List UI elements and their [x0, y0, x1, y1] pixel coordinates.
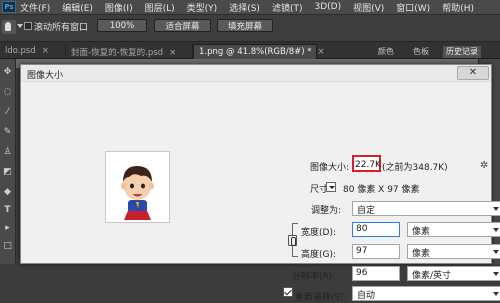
- fit-screen-button[interactable]: 适合屏幕: [154, 19, 211, 32]
- lasso-tool-icon[interactable]: ◌: [2, 87, 13, 98]
- document-tab-bar: ldo.psd × 封面-恢复的-恢复的.psd × 1.png @ 41.8%(R…: [0, 42, 500, 59]
- width-unit-select[interactable]: 像素: [407, 222, 500, 237]
- panel-tab-swatches[interactable]: 色板: [410, 46, 432, 58]
- menu-3d[interactable]: 3D(D): [314, 2, 341, 12]
- photoshop-logo: Ps: [2, 1, 16, 13]
- scroll-all-windows-label: 滚动所有窗口: [34, 23, 89, 33]
- menu-bar: Ps 文件(F) 编辑(E) 图像(I) 图层(L) 类型(Y) 选择(S) 滤…: [0, 0, 500, 15]
- doc-tab-label: ldo.psd: [5, 46, 36, 56]
- tool-preset-dropdown-icon[interactable]: [17, 24, 23, 28]
- image-size-label: 图像大小:: [310, 163, 350, 173]
- fit-to-value: 自定: [357, 206, 376, 216]
- toolbox: ✥ ◌ ⁄ ✎ ♙ ◩ ◆ T ▸ □: [0, 59, 16, 264]
- dimensions-units-dropdown[interactable]: [326, 182, 336, 192]
- menu-select[interactable]: 选择(S): [229, 1, 260, 14]
- height-unit-select[interactable]: 像素: [407, 244, 500, 259]
- panel-tab-history[interactable]: 历史记录: [443, 46, 481, 58]
- cartoon-boy-illustration: [121, 166, 154, 220]
- settings-gear-icon[interactable]: ✲: [480, 161, 490, 171]
- doc-tab-ldo[interactable]: ldo.psd ×: [0, 44, 66, 59]
- chevron-down-icon: [493, 250, 499, 254]
- dialog-title: 图像大小: [21, 65, 491, 82]
- height-label: 高度(G):: [301, 250, 337, 260]
- image-size-dialog: 图像大小 ✕ ✲ 图像大小: 22.7K (之前为348.7K) 尺寸: 80 …: [20, 64, 500, 303]
- resolution-unit-select[interactable]: 像素/英寸: [407, 266, 500, 281]
- height-unit-value: 像素: [412, 249, 431, 259]
- doc-tab-label: 1.png @ 41.8%(RGB/8#) *: [199, 47, 312, 57]
- type-tool-icon[interactable]: T: [2, 205, 13, 216]
- menu-type[interactable]: 类型(Y): [187, 1, 218, 14]
- move-tool-icon[interactable]: ✥: [2, 67, 13, 78]
- eyedropper-tool-icon[interactable]: ⁄: [2, 107, 13, 118]
- resolution-input[interactable]: 96: [352, 266, 400, 281]
- width-label: 宽度(D):: [301, 228, 336, 238]
- menu-image[interactable]: 图像(I): [105, 1, 133, 14]
- chevron-down-icon: [493, 207, 499, 211]
- close-icon[interactable]: ×: [318, 47, 325, 57]
- close-icon[interactable]: ×: [42, 46, 49, 56]
- close-button[interactable]: ✕: [457, 66, 489, 80]
- resolution-label: 分辨率(R):: [292, 272, 336, 282]
- menu-view[interactable]: 视图(V): [353, 1, 384, 14]
- doc-tab-1png[interactable]: 1.png @ 41.8%(RGB/8#) * ×: [193, 44, 325, 59]
- resolution-unit-value: 像素/英寸: [412, 271, 452, 281]
- menu-filter[interactable]: 滤镜(T): [272, 1, 303, 14]
- eraser-tool-icon[interactable]: ◩: [2, 167, 13, 178]
- resample-method-value: 自动: [357, 291, 376, 301]
- constrain-proportions-link-icon[interactable]: [288, 235, 297, 246]
- doc-tab-cover[interactable]: 封面-恢复的-恢复的.psd ×: [66, 44, 193, 59]
- chevron-down-icon: [493, 228, 499, 232]
- width-input[interactable]: 80: [352, 222, 400, 237]
- dimensions-value: 80 像素 X 97 像素: [343, 185, 420, 195]
- hand-tool-icon[interactable]: [2, 20, 16, 34]
- brush-tool-icon[interactable]: ✎: [2, 127, 13, 138]
- image-size-previous: (之前为348.7K): [382, 163, 448, 173]
- options-bar: 滚动所有窗口 100% 适合屏幕 填充屏幕: [0, 15, 500, 42]
- resample-label: 重新采样(S):: [295, 293, 347, 303]
- chevron-down-icon: [493, 272, 499, 276]
- menu-edit[interactable]: 编辑(E): [62, 1, 93, 14]
- stamp-tool-icon[interactable]: ♙: [2, 147, 13, 158]
- menu-window[interactable]: 窗口(W): [396, 1, 430, 14]
- path-select-tool-icon[interactable]: ▸: [2, 223, 13, 234]
- menu-help[interactable]: 帮助(H): [442, 1, 474, 14]
- image-size-value: 22.7K: [355, 160, 381, 170]
- close-icon[interactable]: ×: [169, 48, 176, 58]
- resample-method-select[interactable]: 自动: [352, 286, 500, 301]
- width-unit-value: 像素: [412, 227, 431, 237]
- image-preview: [105, 151, 170, 223]
- chevron-down-icon: [493, 292, 499, 296]
- fill-screen-button[interactable]: 填充屏幕: [217, 19, 273, 32]
- shape-tool-icon[interactable]: □: [2, 241, 13, 252]
- menu-layer[interactable]: 图层(L): [145, 1, 175, 14]
- bucket-tool-icon[interactable]: ◆: [2, 187, 13, 198]
- zoom-100-button[interactable]: 100%: [97, 19, 147, 32]
- fit-to-label: 调整为:: [311, 206, 342, 216]
- resample-checkbox[interactable]: [283, 287, 293, 297]
- height-input[interactable]: 97: [352, 244, 400, 259]
- panel-tab-color[interactable]: 颜色: [375, 46, 397, 58]
- menu-file[interactable]: 文件(F): [20, 1, 50, 14]
- doc-tab-label: 封面-恢复的-恢复的.psd: [71, 48, 164, 58]
- fit-to-select[interactable]: 自定: [352, 201, 500, 216]
- scroll-all-windows-checkbox[interactable]: [24, 22, 32, 30]
